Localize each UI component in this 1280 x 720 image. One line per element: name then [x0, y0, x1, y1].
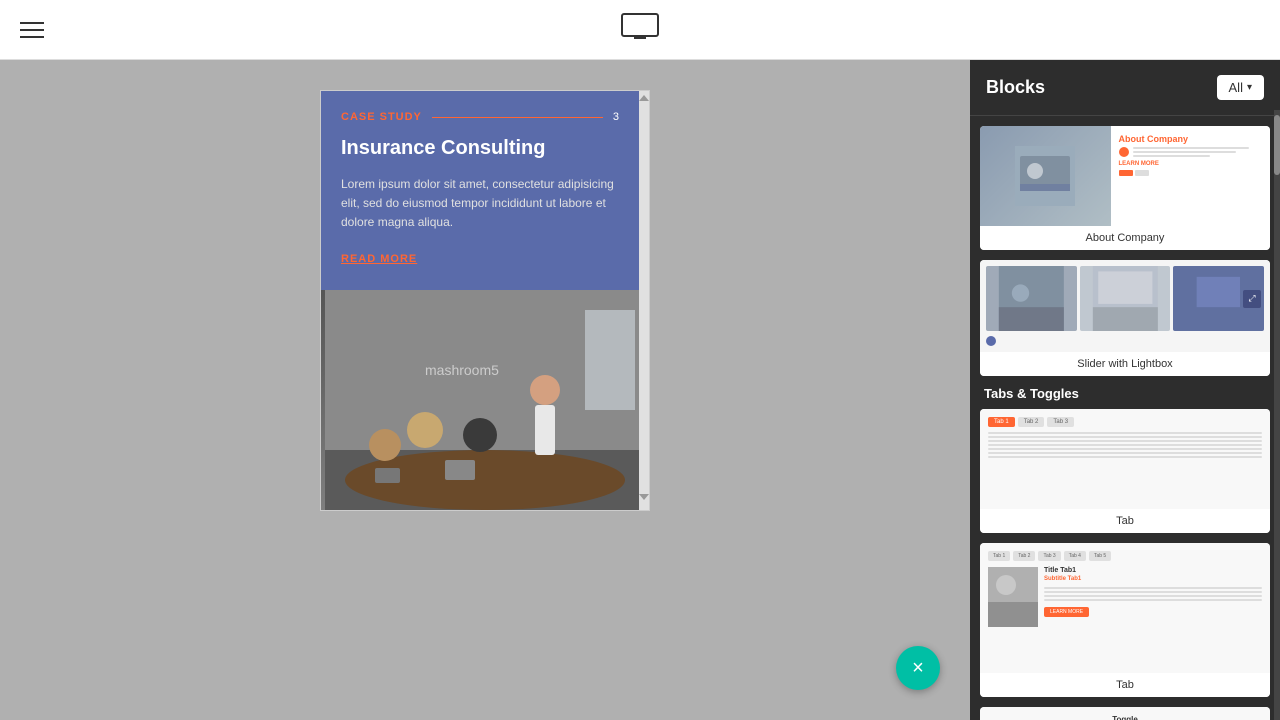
block-thumbnail-about: About Company LEARN MORE: [980, 126, 1270, 226]
block-item-tab2[interactable]: Tab 1 Tab 2 Tab 3 Tab 4 Tab 5: [980, 543, 1270, 697]
tab2-cta-btn: LEARN MORE: [1044, 607, 1089, 617]
scroll-up-arrow[interactable]: [639, 95, 649, 101]
topbar-center: [620, 12, 660, 47]
block-item-about-company[interactable]: About Company LEARN MORE: [980, 126, 1270, 250]
tabs-toggles-section-title: Tabs & Toggles: [984, 386, 1266, 401]
tab2-label: Tab: [980, 673, 1270, 697]
tab2-nav-item1: Tab 1: [988, 551, 1010, 561]
card-body: Lorem ipsum dolor sit amet, consectetur …: [341, 175, 619, 233]
sidebar-scroll-thumb[interactable]: [1274, 115, 1280, 175]
sidebar-scrollbar[interactable]: [1274, 110, 1280, 720]
expand-icon: ⤢: [1243, 290, 1261, 308]
about-small-btns: [1119, 170, 1263, 176]
topbar: [0, 0, 1280, 60]
hamburger-menu[interactable]: [20, 22, 44, 38]
card-image-bg: mashroom5: [321, 290, 649, 510]
card-content: CASE STUDY 3 Insurance Consulting Lorem …: [321, 91, 639, 290]
tab2-nav-item3: Tab 3: [1038, 551, 1060, 561]
close-button[interactable]: ×: [896, 646, 940, 690]
tab2-subtitle: Subtitle Tab1: [1044, 576, 1262, 582]
card-title: Insurance Consulting: [341, 135, 619, 161]
about-thumb-photo-icon: [1015, 146, 1075, 206]
about-learn-more: LEARN MORE: [1119, 161, 1263, 167]
preview-scrollbar[interactable]: [639, 91, 649, 510]
tab2-nav-item5: Tab 5: [1089, 551, 1111, 561]
block-item-toggle[interactable]: Toggle ▶ ▶ ▶: [980, 707, 1270, 720]
tab2-nav-item2: Tab 2: [1013, 551, 1035, 561]
all-filter-button[interactable]: All ▾: [1217, 75, 1264, 100]
block-thumbnail-tab1: Tab 1 Tab 2 Tab 3: [980, 409, 1270, 509]
block-item-slider[interactable]: ⤢ Slider with Lightbox: [980, 260, 1270, 376]
meeting-svg: mashroom5: [325, 290, 645, 510]
block-thumbnail-slider: ⤢: [980, 260, 1270, 352]
sidebar-header: Blocks All ▾: [970, 60, 1280, 116]
tab2-img: [988, 567, 1038, 627]
tab2-title: Title Tab1: [1044, 567, 1262, 574]
sidebar-title: Blocks: [986, 77, 1045, 98]
block-thumbnail-tab2: Tab 1 Tab 2 Tab 3 Tab 4 Tab 5: [980, 543, 1270, 673]
tab2-nav: Tab 1 Tab 2 Tab 3 Tab 4 Tab 5: [988, 551, 1262, 561]
slider-img-1: [986, 266, 1077, 331]
canvas-area: CASE STUDY 3 Insurance Consulting Lorem …: [0, 60, 970, 720]
tab1-nav-item2: Tab 2: [1018, 417, 1045, 427]
block-thumbnail-toggle: Toggle ▶ ▶ ▶: [980, 707, 1270, 720]
slider-dot: [986, 336, 996, 346]
tab1-nav: Tab 1 Tab 2 Tab 3: [988, 417, 1262, 427]
read-more-link[interactable]: READ MORE: [341, 253, 417, 265]
tab1-nav-item1: Tab 1: [988, 417, 1015, 427]
toggle-title: Toggle: [988, 715, 1262, 720]
about-thumb-inner: About Company LEARN MORE: [980, 126, 1270, 226]
block-item-tab1[interactable]: Tab 1 Tab 2 Tab 3 Tab: [980, 409, 1270, 533]
about-company-label: About Company: [980, 226, 1270, 250]
sidebar-blocks-list[interactable]: About Company LEARN MORE: [970, 116, 1280, 720]
tab2-content: Title Tab1 Subtitle Tab1 LEARN MORE: [988, 567, 1262, 627]
about-thumb-image: [980, 126, 1111, 226]
tab1-label: Tab: [980, 509, 1270, 533]
tab2-nav-item4: Tab 4: [1064, 551, 1086, 561]
blocks-sidebar: Blocks All ▾: [970, 60, 1280, 720]
tab2-text: Title Tab1 Subtitle Tab1 LEARN MORE: [1044, 567, 1262, 627]
about-thumb-content: About Company LEARN MORE: [1111, 126, 1271, 226]
tab1-content: [988, 432, 1262, 458]
case-study-header: CASE STUDY 3: [341, 111, 619, 123]
slider-img-2: [1080, 266, 1171, 331]
case-study-divider: [432, 117, 603, 118]
scroll-down-arrow[interactable]: [639, 494, 649, 500]
tab1-nav-item3: Tab 3: [1047, 417, 1074, 427]
main-area: CASE STUDY 3 Insurance Consulting Lorem …: [0, 60, 1280, 720]
card-image: mashroom5: [321, 290, 649, 510]
slider-lightbox-label: Slider with Lightbox: [980, 352, 1270, 376]
preview-card: CASE STUDY 3 Insurance Consulting Lorem …: [320, 90, 650, 511]
case-study-label: CASE STUDY: [341, 111, 422, 123]
svg-text:mashroom5: mashroom5: [425, 362, 499, 378]
slider-img-3: ⤢: [1173, 266, 1264, 331]
chevron-down-icon: ▾: [1247, 82, 1252, 93]
monitor-icon: [620, 12, 660, 42]
case-study-number: 3: [613, 111, 619, 123]
slider-images-row: ⤢: [986, 266, 1264, 331]
about-thumb-title: About Company: [1119, 134, 1263, 144]
